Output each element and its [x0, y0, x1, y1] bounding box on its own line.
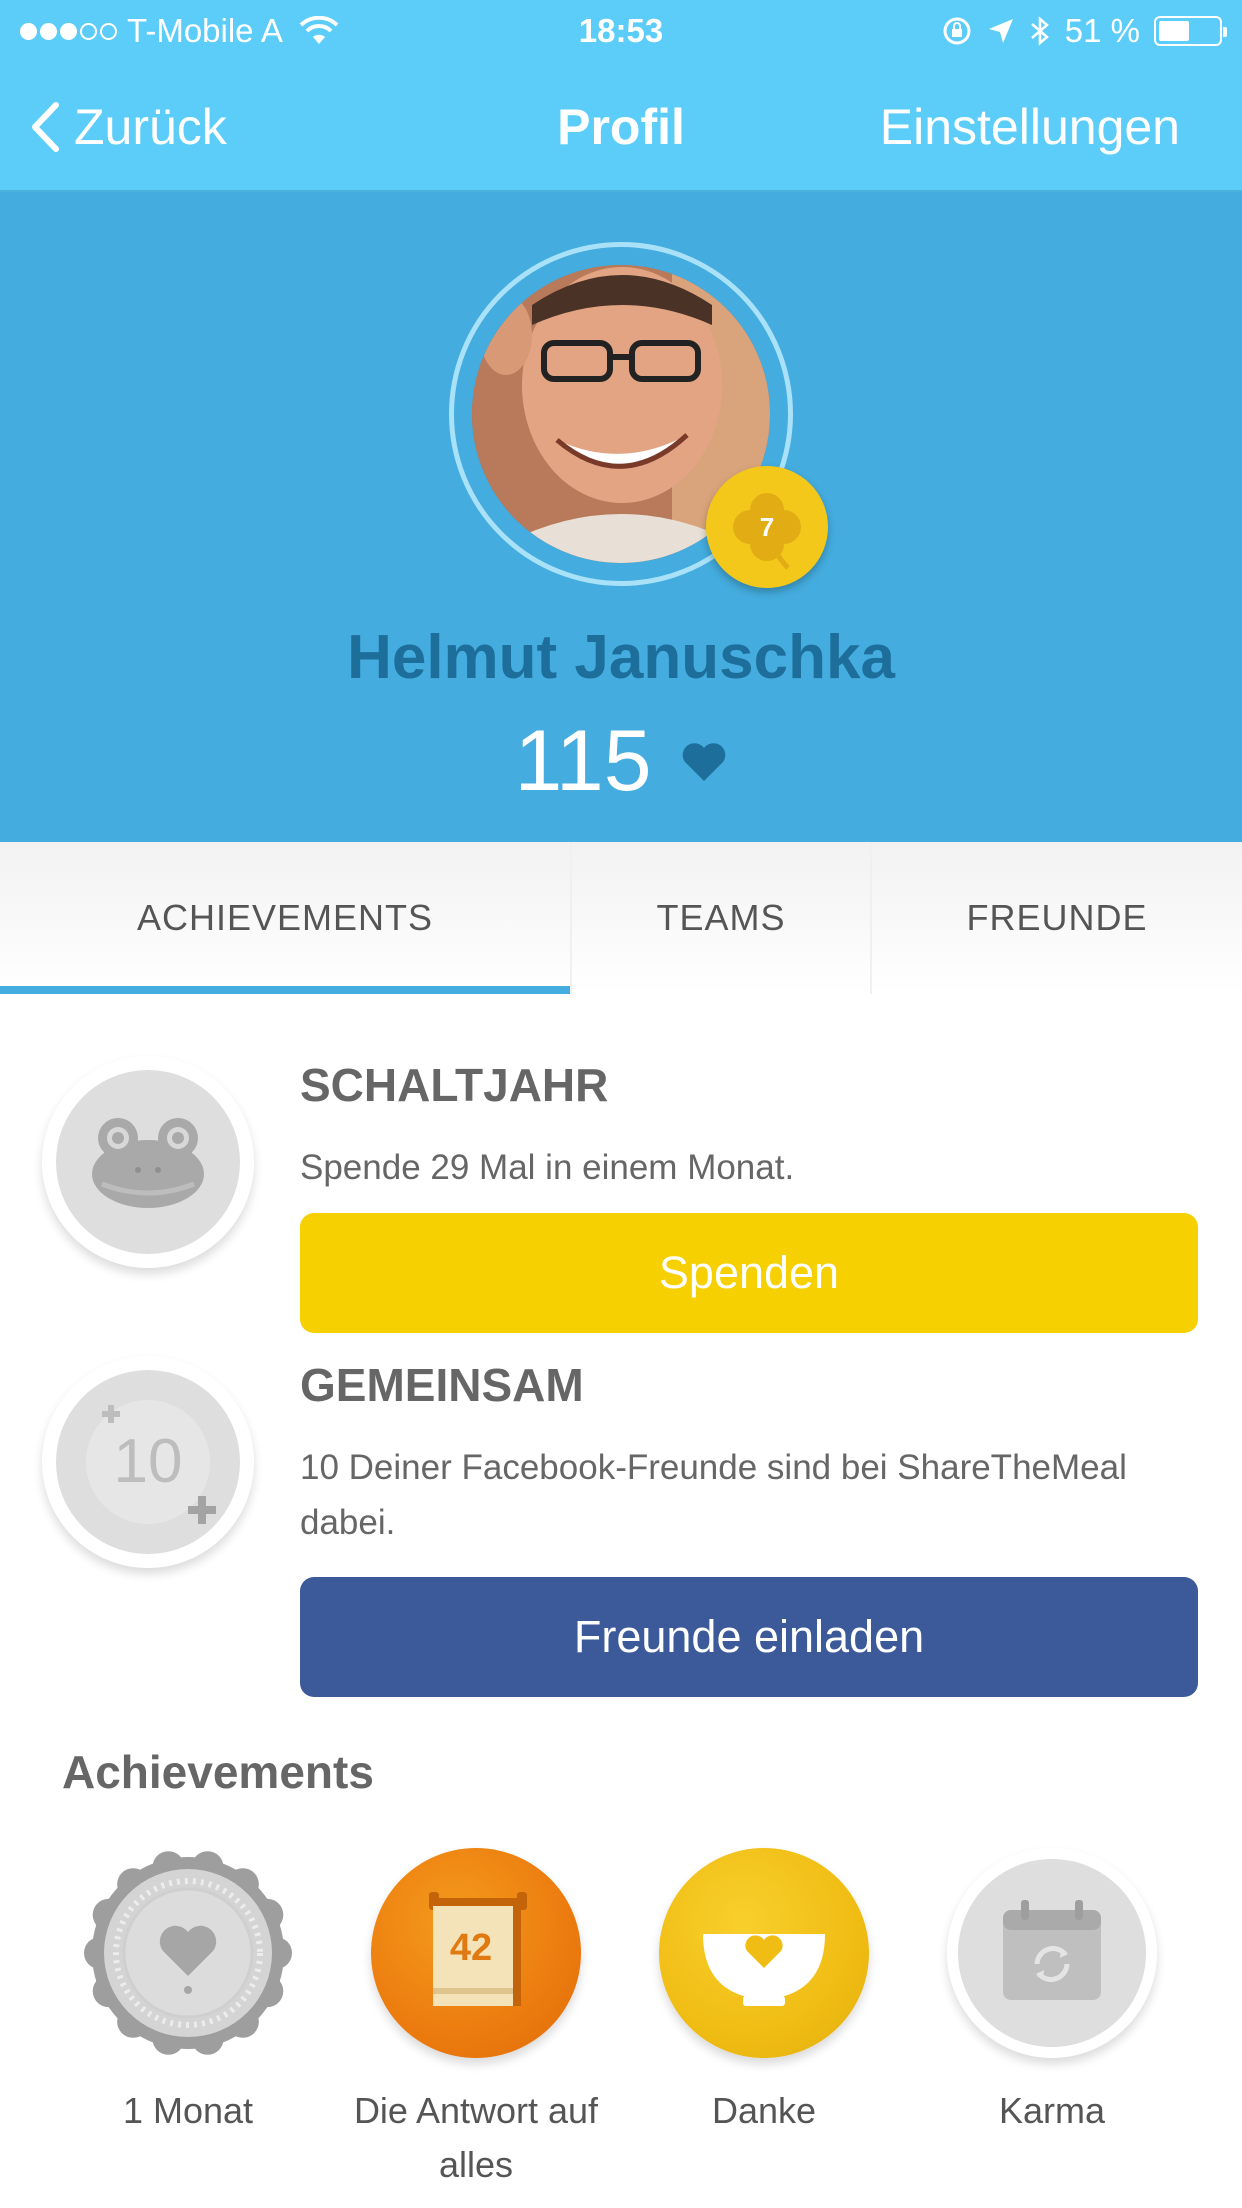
- settings-button[interactable]: Einstellungen: [880, 98, 1180, 156]
- status-bar: T-Mobile A 18:53 51 %: [0, 0, 1242, 62]
- achievement-karma[interactable]: Karma: [908, 1848, 1196, 2138]
- challenge-title-schaltjahr: SCHALTJAHR: [300, 1059, 609, 1111]
- challenge-title-gemeinsam: GEMEINSAM: [300, 1359, 584, 1411]
- status-right: 51 %: [941, 12, 1227, 50]
- donate-button[interactable]: Spenden: [300, 1213, 1198, 1333]
- ten-plus-icon-text: 10: [114, 1427, 183, 1496]
- achievement-danke[interactable]: Danke: [620, 1848, 908, 2138]
- navigation-bar: Zurück Profil Einstellungen: [0, 62, 1242, 192]
- meal-count-value: 115: [514, 713, 652, 809]
- bluetooth-icon: [1030, 16, 1049, 46]
- achievement-antwort-auf-alles[interactable]: 42 Die Antwort auf alles: [332, 1848, 620, 2192]
- achievements-heading: Achievements: [62, 1746, 374, 1798]
- meal-count: 115: [0, 712, 1242, 811]
- profile-name: Helmut Januschka: [347, 623, 895, 692]
- heart-medal-icon: [83, 1848, 293, 2058]
- achievement-label: 1 Monat: [122, 2090, 254, 2131]
- tab-freunde[interactable]: FREUNDE: [870, 842, 1242, 994]
- level-number: 7: [759, 511, 775, 542]
- achievement-label: Die Antwort auf alles: [353, 2090, 599, 2185]
- achievement-label: Danke: [711, 2090, 817, 2131]
- invite-friends-button[interactable]: Freunde einladen: [300, 1577, 1198, 1697]
- challenge-description-schaltjahr: Spende 29 Mal in einem Monat.: [300, 1148, 795, 1187]
- location-arrow-icon: [988, 19, 1013, 43]
- challenge-description-gemeinsam: 10 Deiner Facebook-Freunde sind bei Shar…: [300, 1448, 1127, 1542]
- bowl-heart-icon: [659, 1848, 869, 2058]
- heart-icon: [682, 742, 725, 781]
- tab-teams[interactable]: TEAMS: [570, 842, 870, 994]
- profile-tabs: ACHIEVEMENTS TEAMS FREUNDE: [0, 842, 1242, 994]
- towel-42-text: 42: [450, 1927, 492, 1969]
- achievement-label: Karma: [998, 2090, 1106, 2131]
- calendar-cycle-icon: [947, 1848, 1157, 2058]
- towel-42-icon: 42: [371, 1848, 581, 2058]
- achievement-1-monat[interactable]: 1 Monat: [44, 1848, 332, 2138]
- challenge-badge-gemeinsam: 10: [42, 1356, 254, 1568]
- ten-plus-icon: 10: [56, 1370, 240, 1554]
- challenge-badge-schaltjahr: [42, 1056, 254, 1268]
- frog-icon: [56, 1070, 240, 1254]
- battery-percent: 51 %: [1064, 12, 1140, 49]
- rotation-lock-icon: [943, 17, 971, 45]
- profile-header: 7 Helmut Januschka 115: [0, 192, 1242, 842]
- level-badge: 7: [706, 466, 828, 588]
- tab-achievements[interactable]: ACHIEVEMENTS: [0, 842, 570, 994]
- battery-icon: [1154, 16, 1227, 46]
